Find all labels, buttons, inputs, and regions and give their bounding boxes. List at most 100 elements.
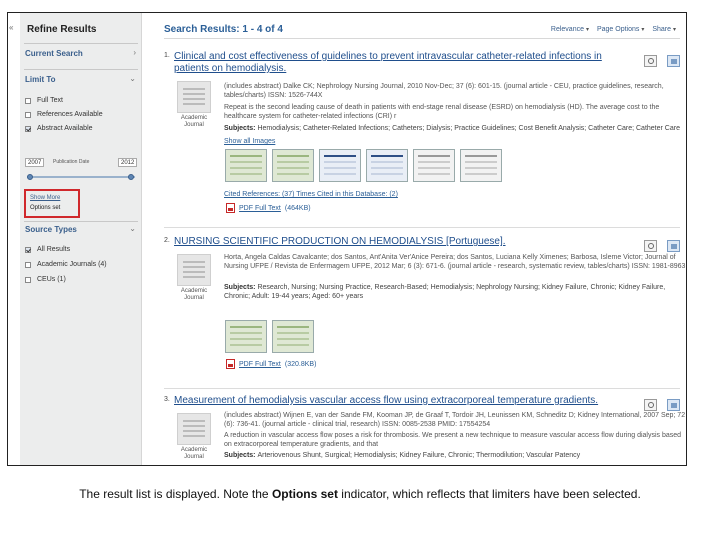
show-all-images-link[interactable]: Show all Images	[224, 138, 275, 145]
source-types-label: Source Types	[25, 225, 77, 234]
pdf-full-text[interactable]: PDF Full Text (320.8KB)	[226, 359, 316, 369]
limiter-abstract-available[interactable]: Abstract Available	[25, 125, 93, 132]
divider	[164, 38, 680, 39]
chevron-right-icon: ›	[133, 48, 136, 57]
divider	[24, 43, 138, 44]
caret-down-icon: ▾	[672, 27, 676, 33]
pdf-size: (464KB)	[284, 204, 311, 212]
result-item: 3. Measurement of hemodialysis vascular …	[164, 395, 686, 465]
result-citation: (includes abstract) Dalke CK; Nephrology…	[224, 83, 664, 99]
current-search-toggle[interactable]: Current Search ›	[25, 48, 138, 58]
date-range-slider[interactable]	[27, 174, 135, 180]
pdf-link[interactable]: PDF Full Text	[239, 361, 281, 368]
image-thumbnails	[225, 320, 314, 353]
collapse-sidebar-icon[interactable]: «	[9, 23, 13, 32]
chevron-down-icon: ⌄	[129, 224, 136, 233]
subjects-label: Subjects:	[224, 125, 258, 132]
share-label: Share	[652, 26, 672, 33]
limiter-references-available[interactable]: References Available	[25, 111, 103, 118]
image-thumbnail[interactable]	[225, 320, 267, 353]
sidebar-title: Refine Results	[27, 24, 97, 35]
chevron-down-icon: ⌄	[129, 74, 136, 83]
search-results-title: Search Results: 1 - 4 of 4	[164, 24, 283, 35]
pdf-full-text[interactable]: PDF Full Text (464KB)	[226, 203, 311, 213]
share-dropdown[interactable]: Share ▾	[652, 26, 676, 33]
limit-to-toggle[interactable]: Limit To ⌄	[25, 74, 138, 84]
publication-type-label: Academic Journal	[180, 288, 208, 301]
divider	[164, 388, 680, 389]
cited-references-link[interactable]: Cited References: (37) Times Cited in th…	[224, 191, 398, 198]
options-set-highlight: Show More Options set	[24, 189, 80, 218]
source-label: All Results	[37, 246, 71, 253]
image-thumbnail[interactable]	[272, 149, 314, 182]
checkbox[interactable]	[25, 111, 31, 118]
source-ceus[interactable]: CEUs (1)	[25, 276, 66, 283]
result-actions	[644, 240, 680, 252]
subjects-label: Subjects:	[224, 452, 258, 459]
source-label: CEUs (1)	[37, 276, 66, 283]
refine-results-sidebar: Refine Results Current Search › Limit To…	[20, 13, 142, 465]
publication-type-label: Academic Journal	[180, 447, 208, 460]
image-thumbnail[interactable]	[460, 149, 502, 182]
show-more-link[interactable]: Show More	[30, 195, 60, 201]
source-label: Academic Journals (4)	[37, 261, 107, 268]
preview-magnifier-icon[interactable]	[644, 399, 657, 411]
result-subjects: Subjects: Research, Nursing; Nursing Pra…	[224, 283, 686, 301]
preview-magnifier-icon[interactable]	[644, 240, 657, 252]
page-options-dropdown[interactable]: Page Options ▾	[597, 26, 644, 33]
result-abstract: Repeat is the second leading cause of de…	[224, 104, 660, 120]
divider	[24, 221, 138, 222]
limiter-label: Abstract Available	[37, 125, 93, 132]
pdf-link[interactable]: PDF Full Text	[239, 205, 281, 212]
divider	[164, 227, 680, 228]
result-item: 2. NURSING SCIENTIFIC PRODUCTION ON HEMO…	[164, 236, 686, 389]
checkbox-checked[interactable]	[25, 246, 31, 253]
source-academic-journals[interactable]: Academic Journals (4)	[25, 261, 107, 268]
date-from-input[interactable]: 2007	[25, 158, 45, 167]
caret-down-icon: ▾	[585, 27, 589, 33]
academic-journal-icon	[177, 254, 211, 286]
limit-to-label: Limit To	[25, 75, 56, 84]
slider-handle-end[interactable]	[128, 174, 134, 180]
result-subjects: Subjects: Arteriovenous Shunt, Surgical;…	[224, 451, 686, 460]
image-thumbnail[interactable]	[319, 149, 361, 182]
result-title-link[interactable]: NURSING SCIENTIFIC PRODUCTION ON HEMODIA…	[174, 236, 626, 248]
result-number: 1.	[164, 52, 170, 59]
result-title-link[interactable]: Measurement of hemodialysis vascular acc…	[174, 395, 626, 407]
add-to-folder-icon[interactable]	[667, 399, 680, 411]
add-to-folder-icon[interactable]	[667, 55, 680, 67]
image-thumbnail[interactable]	[272, 320, 314, 353]
academic-journal-icon	[177, 81, 211, 113]
preview-magnifier-icon[interactable]	[644, 55, 657, 67]
source-types-toggle[interactable]: Source Types ⌄	[25, 224, 138, 234]
publication-date-range: 2007 Publication Date 2012	[25, 158, 138, 168]
source-all-results[interactable]: All Results	[25, 246, 70, 253]
add-to-folder-icon[interactable]	[667, 240, 680, 252]
checkbox[interactable]	[25, 261, 31, 268]
result-number: 2.	[164, 237, 170, 244]
result-item: 1. Clinical and cost effectiveness of gu…	[164, 51, 684, 231]
slider-handle-start[interactable]	[27, 174, 33, 180]
result-actions	[644, 55, 680, 67]
result-citation: (includes abstract) Wijnen E, van der Sa…	[224, 412, 686, 428]
date-to-input[interactable]: 2012	[118, 158, 138, 167]
publication-date-label: Publication Date	[53, 159, 90, 165]
subjects-label: Subjects:	[224, 284, 258, 291]
pdf-size: (320.8KB)	[284, 360, 317, 368]
subjects-value: Research, Nursing; Nursing Practice, Res…	[224, 284, 666, 300]
image-thumbnail[interactable]	[366, 149, 408, 182]
current-search-label: Current Search	[25, 49, 83, 58]
slider-track	[27, 176, 135, 178]
limiter-label: Full Text	[37, 97, 63, 104]
results-toolbar: Relevance ▾ Page Options ▾ Share ▾	[551, 26, 676, 33]
image-thumbnail[interactable]	[225, 149, 267, 182]
academic-journal-icon	[177, 413, 211, 445]
checkbox-checked[interactable]	[25, 125, 31, 132]
caption-bold-term: Options set	[271, 487, 338, 501]
limiter-full-text[interactable]: Full Text	[25, 97, 63, 104]
image-thumbnail[interactable]	[413, 149, 455, 182]
checkbox[interactable]	[25, 276, 31, 283]
relevance-sort-dropdown[interactable]: Relevance ▾	[551, 26, 589, 33]
checkbox[interactable]	[25, 97, 31, 104]
result-title-link[interactable]: Clinical and cost effectiveness of guide…	[174, 51, 626, 75]
